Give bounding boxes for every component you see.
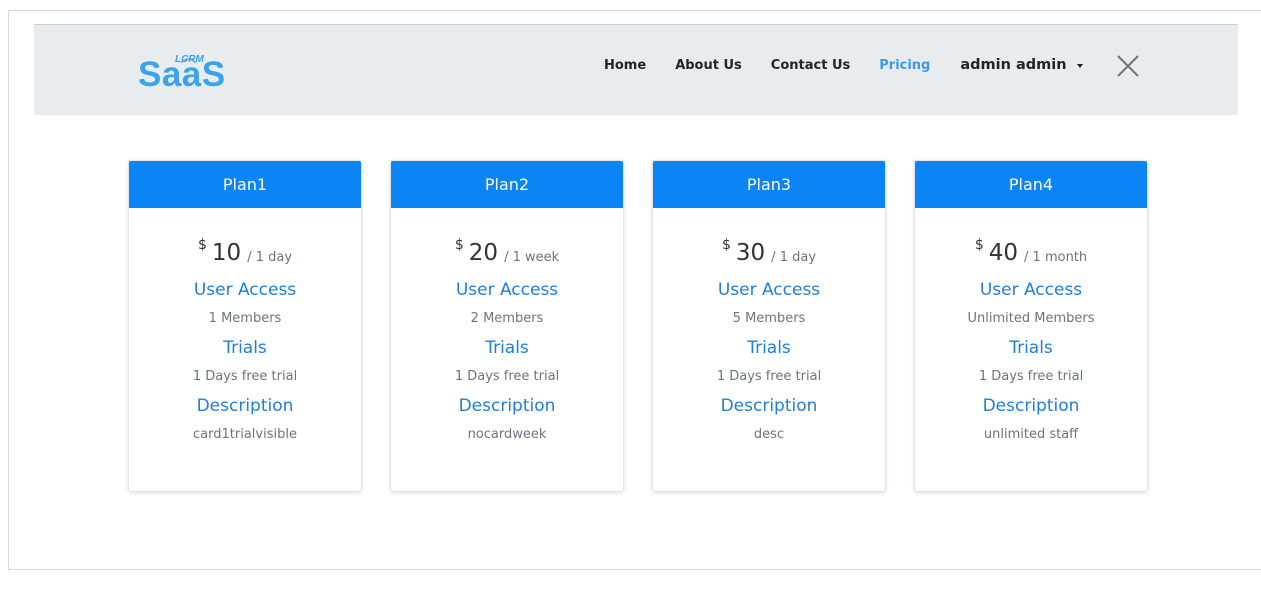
plan-name: Plan1: [129, 161, 361, 208]
currency-symbol: $: [721, 237, 731, 253]
nav-about-us[interactable]: About Us: [675, 58, 742, 73]
nav-links: Home About Us Contact Us Pricing admin a…: [604, 53, 1083, 77]
description-value: nocardweek: [467, 427, 547, 442]
user-access-value: 5 Members: [732, 311, 806, 326]
trials-title: Trials: [485, 338, 529, 358]
plan-card[interactable]: Plan4 $ 40 / 1 month User Access Unlimit…: [914, 160, 1148, 492]
currency-symbol: $: [974, 237, 984, 253]
user-name: admin admin: [960, 57, 1067, 73]
trials-value: 1 Days free trial: [716, 369, 822, 384]
currency-symbol: $: [454, 237, 464, 253]
trials-value: 1 Days free trial: [978, 369, 1084, 384]
price-period: / 1 week: [504, 250, 560, 265]
plan-name: Plan2: [391, 161, 623, 208]
navbar: LCRM SaaS Home About Us Contact Us Prici…: [34, 24, 1238, 115]
trials-value: 1 Days free trial: [454, 369, 560, 384]
price-amount: 20: [468, 240, 499, 266]
nav-home[interactable]: Home: [604, 58, 646, 73]
nav-pricing[interactable]: Pricing: [879, 58, 930, 73]
caret-down-icon: [1076, 63, 1083, 68]
user-access-title: User Access: [979, 280, 1083, 300]
description-value: card1trialvisible: [193, 427, 297, 442]
trials-title: Trials: [1009, 338, 1053, 358]
plan-price: $ 20 / 1 week: [391, 235, 623, 269]
trials-title: Trials: [747, 338, 791, 358]
description-title: Description: [458, 396, 556, 416]
trials-title: Trials: [223, 338, 267, 358]
plan-name: Plan4: [915, 161, 1147, 208]
user-access-title: User Access: [455, 280, 559, 300]
plan-card[interactable]: Plan1 $ 10 / 1 day User Access 1 Members…: [128, 160, 362, 492]
user-menu-dropdown[interactable]: admin admin: [960, 57, 1083, 73]
price-period: / 1 day: [247, 250, 293, 265]
description-title: Description: [720, 396, 818, 416]
price-period: / 1 day: [771, 250, 817, 265]
user-access-value: Unlimited Members: [967, 311, 1095, 326]
nav-contact-us[interactable]: Contact Us: [771, 58, 850, 73]
price-period: / 1 month: [1024, 250, 1088, 265]
plan-price: $ 40 / 1 month: [915, 235, 1147, 269]
trials-value: 1 Days free trial: [192, 369, 298, 384]
price-amount: 10: [211, 240, 242, 266]
plan-card[interactable]: Plan3 $ 30 / 1 day User Access 5 Members…: [652, 160, 886, 492]
price-amount: 40: [988, 240, 1019, 266]
description-title: Description: [982, 396, 1080, 416]
description-value: unlimited staff: [983, 427, 1079, 442]
user-access-title: User Access: [717, 280, 821, 300]
user-access-title: User Access: [193, 280, 297, 300]
plan-name: Plan3: [653, 161, 885, 208]
description-value: desc: [753, 427, 785, 442]
brand-logo[interactable]: LCRM SaaS: [138, 51, 238, 89]
close-icon[interactable]: [1115, 53, 1141, 79]
currency-symbol: $: [197, 237, 207, 253]
plan-card[interactable]: Plan2 $ 20 / 1 week User Access 2 Member…: [390, 160, 624, 492]
plan-price: $ 30 / 1 day: [653, 235, 885, 269]
price-amount: 30: [735, 240, 766, 266]
logo-main-text: SaaS: [138, 55, 226, 89]
description-title: Description: [196, 396, 294, 416]
user-access-value: 2 Members: [470, 311, 544, 326]
user-access-value: 1 Members: [208, 311, 282, 326]
plan-price: $ 10 / 1 day: [129, 235, 361, 269]
